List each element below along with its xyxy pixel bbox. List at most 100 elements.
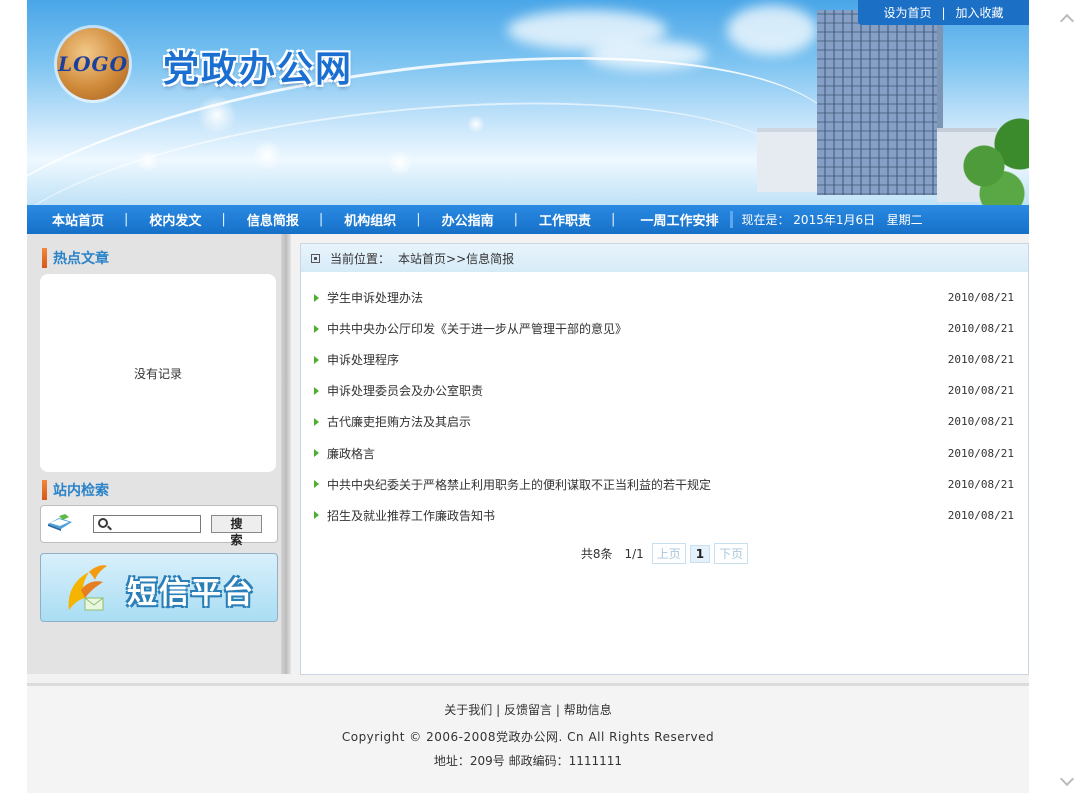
header-banner: LOGO 党政办公网 设为首页 | 加入收藏 bbox=[27, 0, 1029, 205]
site-search-heading: 站内检索 bbox=[42, 480, 109, 500]
about-us-link[interactable]: 关于我们 bbox=[444, 703, 492, 717]
copyright: Copyright © 2006-2008党政办公网. Cn All Right… bbox=[341, 730, 715, 744]
weekday: 星期二 bbox=[886, 213, 923, 227]
bird-icon bbox=[68, 565, 107, 611]
page-info: 1/1 bbox=[624, 546, 644, 561]
current-date: 现在是： 2015年1月6日 星期二 bbox=[730, 211, 923, 228]
feedback-link[interactable]: 反馈留言 bbox=[504, 703, 552, 717]
article-list: 学生申诉处理办法 2010/08/21 中共中央办公厅印发《关于进一步从严管理干… bbox=[314, 282, 1014, 531]
breadcrumb-label: 当前位置： bbox=[330, 251, 391, 266]
article-title-link[interactable]: 古代廉吏拒贿方法及其启示 bbox=[327, 413, 471, 430]
help-link[interactable]: 帮助信息 bbox=[564, 703, 612, 717]
next-page-button[interactable]: 下页 bbox=[714, 543, 749, 564]
sparkle bbox=[387, 150, 413, 176]
nav-item-weekly-schedule[interactable]: 一周工作安排 bbox=[640, 210, 718, 229]
article-date: 2010/08/21 bbox=[947, 291, 1014, 305]
nav-item-organization[interactable]: 机构组织 bbox=[344, 210, 396, 229]
breadcrumb-path[interactable]: 本站首页>>信息简报 bbox=[398, 250, 514, 267]
site-search-box: 搜 索 bbox=[40, 505, 278, 547]
cloud bbox=[727, 5, 817, 55]
address: 地址：209号 邮政编码：1111111 bbox=[433, 754, 623, 768]
article-title-link[interactable]: 申诉处理委员会及办公室职责 bbox=[327, 382, 483, 399]
nav-item-briefing[interactable]: 信息简报 bbox=[247, 210, 299, 229]
nav-item-home[interactable]: 本站首页 bbox=[52, 210, 104, 229]
list-item: 廉政格言 2010/08/21 bbox=[314, 437, 1014, 468]
bullet-arrow-icon bbox=[314, 324, 319, 333]
list-item: 申诉处理程序 2010/08/21 bbox=[314, 344, 1014, 375]
site-title: 党政办公网 bbox=[163, 49, 354, 90]
trees-image bbox=[957, 100, 1029, 205]
sms-platform-banner[interactable]: 短信平台 bbox=[40, 553, 278, 622]
list-item: 学生申诉处理办法 2010/08/21 bbox=[314, 282, 1014, 313]
article-title-link[interactable]: 招生及就业推荐工作廉政告知书 bbox=[327, 507, 495, 524]
nav-separator: | bbox=[416, 212, 421, 227]
set-homepage-link[interactable]: 设为首页 bbox=[883, 4, 931, 21]
top-links: 设为首页 | 加入收藏 bbox=[858, 0, 1029, 25]
hot-articles-box: 没有记录 bbox=[40, 274, 276, 472]
footer-separator: | bbox=[496, 703, 501, 717]
prev-page-button[interactable]: 上页 bbox=[651, 543, 686, 564]
breadcrumb: 当前位置： 本站首页>>信息简报 bbox=[301, 244, 1028, 272]
bullet-arrow-icon bbox=[314, 293, 319, 302]
hot-articles-heading: 热点文章 bbox=[42, 248, 109, 268]
nav-separator: | bbox=[124, 212, 129, 227]
heading-marker-icon bbox=[42, 248, 47, 268]
article-title-link[interactable]: 中共中央纪委关于严格禁止利用职务上的便利谋取不正当利益的若干规定 bbox=[327, 476, 711, 493]
article-title-link[interactable]: 中共中央办公厅印发《关于进一步从严管理干部的意见》 bbox=[327, 320, 627, 337]
sparkle bbox=[197, 95, 237, 135]
nav-separator: | bbox=[221, 212, 226, 227]
no-records-text: 没有记录 bbox=[133, 366, 182, 381]
article-title-link[interactable]: 申诉处理程序 bbox=[327, 351, 399, 368]
scroll-up-icon[interactable] bbox=[1059, 13, 1075, 29]
page: LOGO 党政办公网 设为首页 | 加入收藏 本站首页 | 校内发文 | 信息简… bbox=[27, 0, 1029, 793]
list-item: 古代廉吏拒贿方法及其启示 2010/08/21 bbox=[314, 406, 1014, 437]
site-search-title: 站内检索 bbox=[53, 483, 109, 499]
sparkle bbox=[467, 115, 485, 133]
pagination: 共8条 1/1 上页 1 下页 bbox=[301, 543, 1028, 564]
article-date: 2010/08/21 bbox=[947, 353, 1014, 367]
bullet-arrow-icon bbox=[314, 355, 319, 364]
page-scrollbar[interactable] bbox=[1058, 0, 1079, 801]
hot-articles-title: 热点文章 bbox=[53, 251, 109, 267]
current-page[interactable]: 1 bbox=[689, 544, 711, 563]
add-favorite-link[interactable]: 加入收藏 bbox=[956, 4, 1004, 21]
article-title-link[interactable]: 廉政格言 bbox=[327, 445, 375, 462]
book-icon bbox=[48, 514, 72, 531]
article-title-link[interactable]: 学生申诉处理办法 bbox=[327, 289, 423, 306]
footer-links: 关于我们 | 反馈留言 | 帮助信息 bbox=[27, 701, 1029, 718]
top-links-separator: | bbox=[941, 5, 946, 20]
sparkle bbox=[252, 140, 282, 170]
article-date: 2010/08/21 bbox=[947, 415, 1014, 429]
nav-item-guide[interactable]: 办公指南 bbox=[442, 210, 494, 229]
list-item: 中共中央纪委关于严格禁止利用职务上的便利谋取不正当利益的若干规定 2010/08… bbox=[314, 469, 1014, 500]
nav-item-duties[interactable]: 工作职责 bbox=[539, 210, 591, 229]
date-label: 现在是： bbox=[741, 213, 790, 227]
list-item: 申诉处理委员会及办公室职责 2010/08/21 bbox=[314, 375, 1014, 406]
heading-marker-icon bbox=[42, 480, 47, 500]
bullet-arrow-icon bbox=[314, 449, 319, 458]
scroll-down-icon[interactable] bbox=[1059, 771, 1075, 787]
nav-item-school-docs[interactable]: 校内发文 bbox=[149, 210, 201, 229]
nav-separator: | bbox=[611, 212, 616, 227]
logo[interactable]: LOGO bbox=[57, 28, 129, 100]
search-button[interactable]: 搜 索 bbox=[211, 515, 262, 547]
sparkle bbox=[137, 150, 159, 172]
content-panel: 当前位置： 本站首页>>信息简报 学生申诉处理办法 2010/08/21 中共中… bbox=[300, 243, 1029, 675]
main-nav: 本站首页 | 校内发文 | 信息简报 | 机构组织 | 办公指南 | 工作职责 … bbox=[27, 205, 1029, 234]
sms-platform-text: 短信平台 bbox=[127, 576, 255, 611]
total-count: 共8条 bbox=[580, 547, 613, 561]
search-icon bbox=[98, 518, 108, 528]
search-input[interactable] bbox=[93, 515, 201, 533]
sidebar-divider bbox=[281, 234, 291, 674]
list-item: 中共中央办公厅印发《关于进一步从严管理干部的意见》 2010/08/21 bbox=[314, 313, 1014, 344]
date-value: 2015年1月6日 bbox=[793, 213, 876, 227]
article-date: 2010/08/21 bbox=[947, 446, 1014, 460]
bullet-arrow-icon bbox=[314, 480, 319, 489]
logo-text: LOGO bbox=[58, 52, 128, 76]
nav-separator: | bbox=[513, 212, 519, 227]
article-date: 2010/08/21 bbox=[947, 384, 1014, 398]
bullet-arrow-icon bbox=[314, 511, 319, 520]
article-date: 2010/08/21 bbox=[947, 322, 1014, 336]
article-date: 2010/08/21 bbox=[947, 477, 1014, 491]
list-item: 招生及就业推荐工作廉政告知书 2010/08/21 bbox=[314, 500, 1014, 531]
